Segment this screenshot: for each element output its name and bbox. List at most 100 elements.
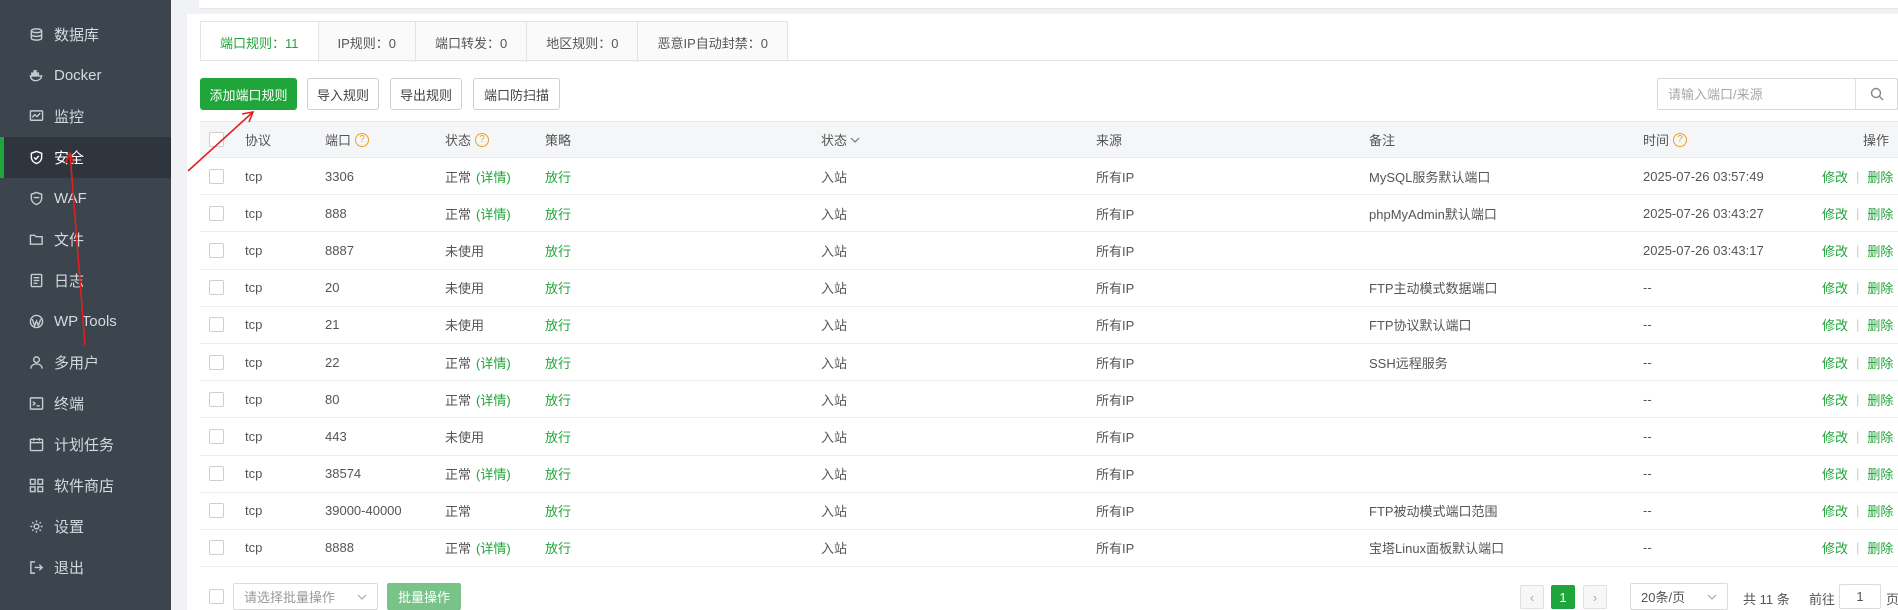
status-help-icon[interactable]: ? bbox=[475, 132, 490, 147]
tab-4[interactable]: 恶意IP自动封禁：0 bbox=[638, 22, 787, 62]
port-anti-scan-button[interactable]: 端口防扫描 bbox=[473, 78, 560, 110]
edit-link[interactable]: 修改 bbox=[1822, 278, 1848, 297]
delete-link[interactable]: 删除 bbox=[1867, 538, 1893, 557]
status-detail-link[interactable]: (详情) bbox=[476, 390, 511, 409]
sidebar-item-0[interactable]: 数据库 bbox=[0, 14, 171, 55]
tab-3[interactable]: 地区规则：0 bbox=[527, 22, 639, 62]
sidebar-item-label: 退出 bbox=[54, 560, 85, 577]
delete-link[interactable]: 删除 bbox=[1867, 427, 1893, 446]
edit-link[interactable]: 修改 bbox=[1822, 464, 1848, 483]
row-checkbox[interactable] bbox=[209, 391, 224, 407]
cell-protocol: tcp bbox=[245, 168, 263, 184]
batch-operation-select[interactable]: 请选择批量操作 bbox=[233, 583, 378, 610]
cell-time: -- bbox=[1643, 317, 1652, 333]
row-checkbox[interactable] bbox=[209, 540, 224, 556]
row-checkbox[interactable] bbox=[209, 503, 224, 519]
sidebar-item-label: 监控 bbox=[54, 109, 85, 126]
page-size-select[interactable]: 20条/页 bbox=[1630, 583, 1728, 610]
edit-link[interactable]: 修改 bbox=[1822, 427, 1848, 446]
delete-link[interactable]: 删除 bbox=[1867, 315, 1893, 334]
batch-operation-button[interactable]: 批量操作 bbox=[387, 583, 461, 610]
sidebar-item-7[interactable]: WP Tools bbox=[0, 301, 171, 342]
edit-link[interactable]: 修改 bbox=[1822, 204, 1848, 223]
import-rules-button[interactable]: 导入规则 bbox=[307, 78, 379, 110]
delete-link[interactable]: 删除 bbox=[1867, 501, 1893, 520]
search-button[interactable] bbox=[1855, 79, 1897, 109]
sidebar-item-5[interactable]: 文件 bbox=[0, 219, 171, 260]
sidebar-item-13[interactable]: 退出 bbox=[0, 547, 171, 588]
delete-link[interactable]: 删除 bbox=[1867, 241, 1893, 260]
row-checkbox[interactable] bbox=[209, 317, 224, 333]
cell-direction: 入站 bbox=[821, 281, 848, 297]
sidebar-item-6[interactable]: 日志 bbox=[0, 260, 171, 301]
status-detail-link[interactable]: (详情) bbox=[476, 353, 511, 372]
sidebar-item-1[interactable]: Docker bbox=[0, 55, 171, 96]
row-checkbox[interactable] bbox=[209, 168, 224, 184]
cell-port: 8887 bbox=[325, 242, 354, 258]
export-rules-button[interactable]: 导出规则 bbox=[390, 78, 462, 110]
cell-source: 所有IP bbox=[1096, 541, 1135, 557]
edit-link[interactable]: 修改 bbox=[1822, 501, 1848, 520]
cell-ops: 修改 | 删除 bbox=[1822, 530, 1893, 566]
cell-policy: 放行 bbox=[545, 429, 572, 445]
add-port-rule-button[interactable]: 添加端口规则 bbox=[200, 78, 297, 110]
edit-link[interactable]: 修改 bbox=[1822, 538, 1848, 557]
goto-label: 前往 bbox=[1809, 592, 1836, 607]
delete-link[interactable]: 删除 bbox=[1867, 278, 1893, 297]
delete-link[interactable]: 删除 bbox=[1867, 390, 1893, 409]
cell-direction: 入站 bbox=[821, 541, 848, 557]
row-checkbox[interactable] bbox=[209, 354, 224, 370]
goto-page-input[interactable] bbox=[1839, 584, 1881, 609]
delete-link[interactable]: 删除 bbox=[1867, 464, 1893, 483]
row-checkbox[interactable] bbox=[209, 466, 224, 482]
edit-link[interactable]: 修改 bbox=[1822, 167, 1848, 186]
sidebar-item-4[interactable]: WAF bbox=[0, 178, 171, 219]
status-detail-link[interactable]: (详情) bbox=[476, 464, 511, 483]
row-checkbox[interactable] bbox=[209, 280, 224, 296]
status-detail-link[interactable]: (详情) bbox=[476, 167, 511, 186]
edit-link[interactable]: 修改 bbox=[1822, 315, 1848, 334]
select-all-checkbox[interactable] bbox=[209, 132, 224, 147]
sidebar-item-10[interactable]: 计划任务 bbox=[0, 424, 171, 465]
tab-0[interactable]: 端口规则：11 bbox=[201, 22, 319, 62]
delete-link[interactable]: 删除 bbox=[1867, 353, 1893, 372]
table-row: tcp 39000-40000 正常 放行 入站 所有IP FTP被动模式端口范围 -- 修改 |… bbox=[200, 493, 1898, 530]
footer-select-all-checkbox[interactable] bbox=[209, 589, 224, 604]
cell-protocol: tcp bbox=[245, 317, 263, 333]
next-page-button[interactable]: › bbox=[1583, 585, 1607, 609]
sidebar-item-11[interactable]: 软件商店 bbox=[0, 465, 171, 506]
tab-2[interactable]: 端口转发：0 bbox=[416, 22, 528, 62]
status-text: 正常 bbox=[445, 169, 472, 185]
row-checkbox[interactable] bbox=[209, 428, 224, 444]
sidebar-item-label: Docker bbox=[54, 67, 102, 84]
search-input[interactable] bbox=[1658, 79, 1855, 109]
status-detail-link[interactable]: (详情) bbox=[476, 538, 511, 557]
status-detail-link[interactable]: (详情) bbox=[476, 204, 511, 223]
sidebar-item-9[interactable]: 终端 bbox=[0, 383, 171, 424]
row-checkbox[interactable] bbox=[209, 205, 224, 221]
ops-divider: | bbox=[1856, 205, 1860, 221]
port-help-icon[interactable]: ? bbox=[355, 132, 370, 147]
edit-link[interactable]: 修改 bbox=[1822, 353, 1848, 372]
table-body: tcp 3306 正常 (详情) 放行 入站 所有IP MySQL服务默认端口 2025-07-… bbox=[200, 158, 1898, 568]
cell-time: 2025-07-26 03:43:17 bbox=[1643, 242, 1764, 258]
sidebar-item-8[interactable]: 多用户 bbox=[0, 342, 171, 383]
cell-protocol: tcp bbox=[245, 428, 263, 444]
sidebar-item-12[interactable]: 设置 bbox=[0, 506, 171, 547]
table-footer: 请选择批量操作 批量操作 ‹ 1 › 20条/页 共 11 条 前往 页 bbox=[200, 583, 1898, 610]
delete-link[interactable]: 删除 bbox=[1867, 204, 1893, 223]
tabs-divider bbox=[200, 60, 1898, 61]
page-1-button[interactable]: 1 bbox=[1551, 585, 1575, 609]
sidebar-item-3[interactable]: 安全 bbox=[0, 137, 171, 178]
delete-link[interactable]: 删除 bbox=[1867, 167, 1893, 186]
table-row: tcp 21 未使用 放行 入站 所有IP FTP协议默认端口 -- 修改 | 删除 bbox=[200, 307, 1898, 344]
time-help-icon[interactable]: ? bbox=[1673, 132, 1688, 147]
chevron-down-icon bbox=[850, 137, 860, 143]
tab-1[interactable]: IP规则：0 bbox=[318, 22, 417, 62]
header-direction[interactable]: 状态 bbox=[821, 122, 860, 157]
edit-link[interactable]: 修改 bbox=[1822, 390, 1848, 409]
edit-link[interactable]: 修改 bbox=[1822, 241, 1848, 260]
sidebar-item-2[interactable]: 监控 bbox=[0, 96, 171, 137]
prev-page-button[interactable]: ‹ bbox=[1520, 585, 1544, 609]
row-checkbox[interactable] bbox=[209, 242, 224, 258]
